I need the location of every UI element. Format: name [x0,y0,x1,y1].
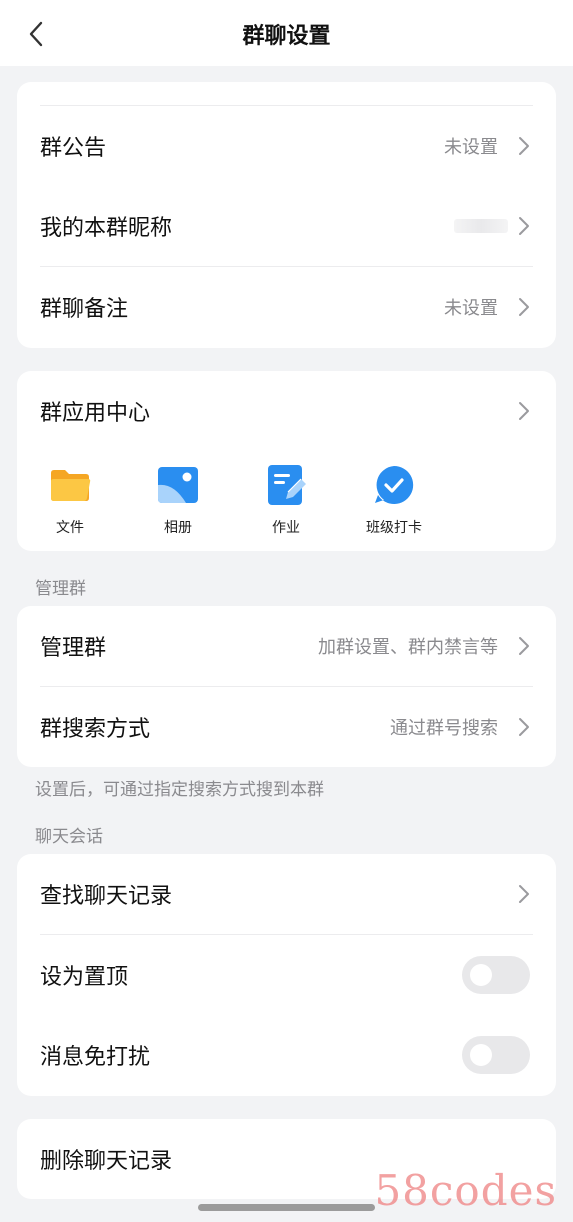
mute-row: 消息免打扰 [17,1015,556,1095]
remark-row[interactable]: 群聊备注 未设置 [17,267,556,347]
remark-label: 群聊备注 [40,297,129,322]
app-label: 文件 [56,520,84,536]
app-label: 作业 [272,520,300,536]
find-history-row[interactable]: 查找聊天记录 [17,854,556,934]
page-title: 群聊设置 [242,24,331,49]
chat-card: 查找聊天记录 设为置顶 消息免打扰 [17,854,556,1096]
search-method-value: 通过群号搜索 [390,718,498,739]
toggle-knob [470,1044,492,1066]
chevron-right-icon [516,716,532,738]
chevron-right-icon [516,135,532,157]
nickname-row[interactable]: 我的本群昵称 [17,186,556,266]
toggle-knob [470,964,492,986]
home-indicator[interactable] [198,1204,375,1211]
search-hint-text: 设置后，可通过指定搜索方式搜到本群 [35,780,324,800]
pin-label: 设为置顶 [40,965,129,990]
section-label-manage: 管理群 [35,579,86,599]
search-method-row[interactable]: 群搜索方式 通过群号搜索 [17,687,556,767]
photo-album-icon [158,467,198,503]
manage-group-row[interactable]: 管理群 加群设置、群内禁言等 [17,606,556,686]
chevron-right-icon [516,635,532,657]
pin-toggle[interactable] [462,956,530,994]
find-history-label: 查找聊天记录 [40,884,173,909]
group-info-card: 群公告 未设置 我的本群昵称 群聊备注 未设置 [17,82,556,348]
app-homework[interactable]: 作业 [236,463,336,537]
nickname-value-blurred [454,219,508,233]
chevron-right-icon [516,883,532,905]
app-album[interactable]: 相册 [128,463,228,537]
check-in-icon [375,465,414,504]
manage-group-label: 管理群 [40,636,107,661]
nickname-label: 我的本群昵称 [40,216,173,241]
app-check-in[interactable]: 班级打卡 [344,463,444,537]
app-center-card: 群应用中心 文件 相册 作业 班级打卡 [17,371,556,551]
pin-row: 设为置顶 [17,935,556,1015]
announcement-row[interactable]: 群公告 未设置 [17,106,556,186]
mute-toggle[interactable] [462,1036,530,1074]
section-label-chat: 聊天会话 [35,827,103,847]
manage-card: 管理群 加群设置、群内禁言等 群搜索方式 通过群号搜索 [17,606,556,767]
app-label: 相册 [164,520,192,536]
app-center-row[interactable]: 群应用中心 [17,371,556,451]
manage-group-value: 加群设置、群内禁言等 [318,637,498,658]
search-method-label: 群搜索方式 [40,717,151,742]
app-files[interactable]: 文件 [20,463,120,537]
mute-label: 消息免打扰 [40,1045,151,1070]
watermark-text: 58codes [374,1166,557,1215]
remark-value: 未设置 [444,298,498,319]
announcement-value: 未设置 [444,137,498,158]
delete-history-label: 删除聊天记录 [40,1149,173,1174]
folder-icon [51,470,91,501]
chevron-right-icon [516,400,532,422]
announcement-label: 群公告 [40,136,107,161]
top-nav-bar: 群聊设置 [0,0,573,66]
app-center-title: 群应用中心 [40,401,151,426]
chevron-right-icon [516,215,532,237]
chevron-right-icon [516,296,532,318]
app-label: 班级打卡 [366,520,422,536]
homework-icon [268,465,306,505]
